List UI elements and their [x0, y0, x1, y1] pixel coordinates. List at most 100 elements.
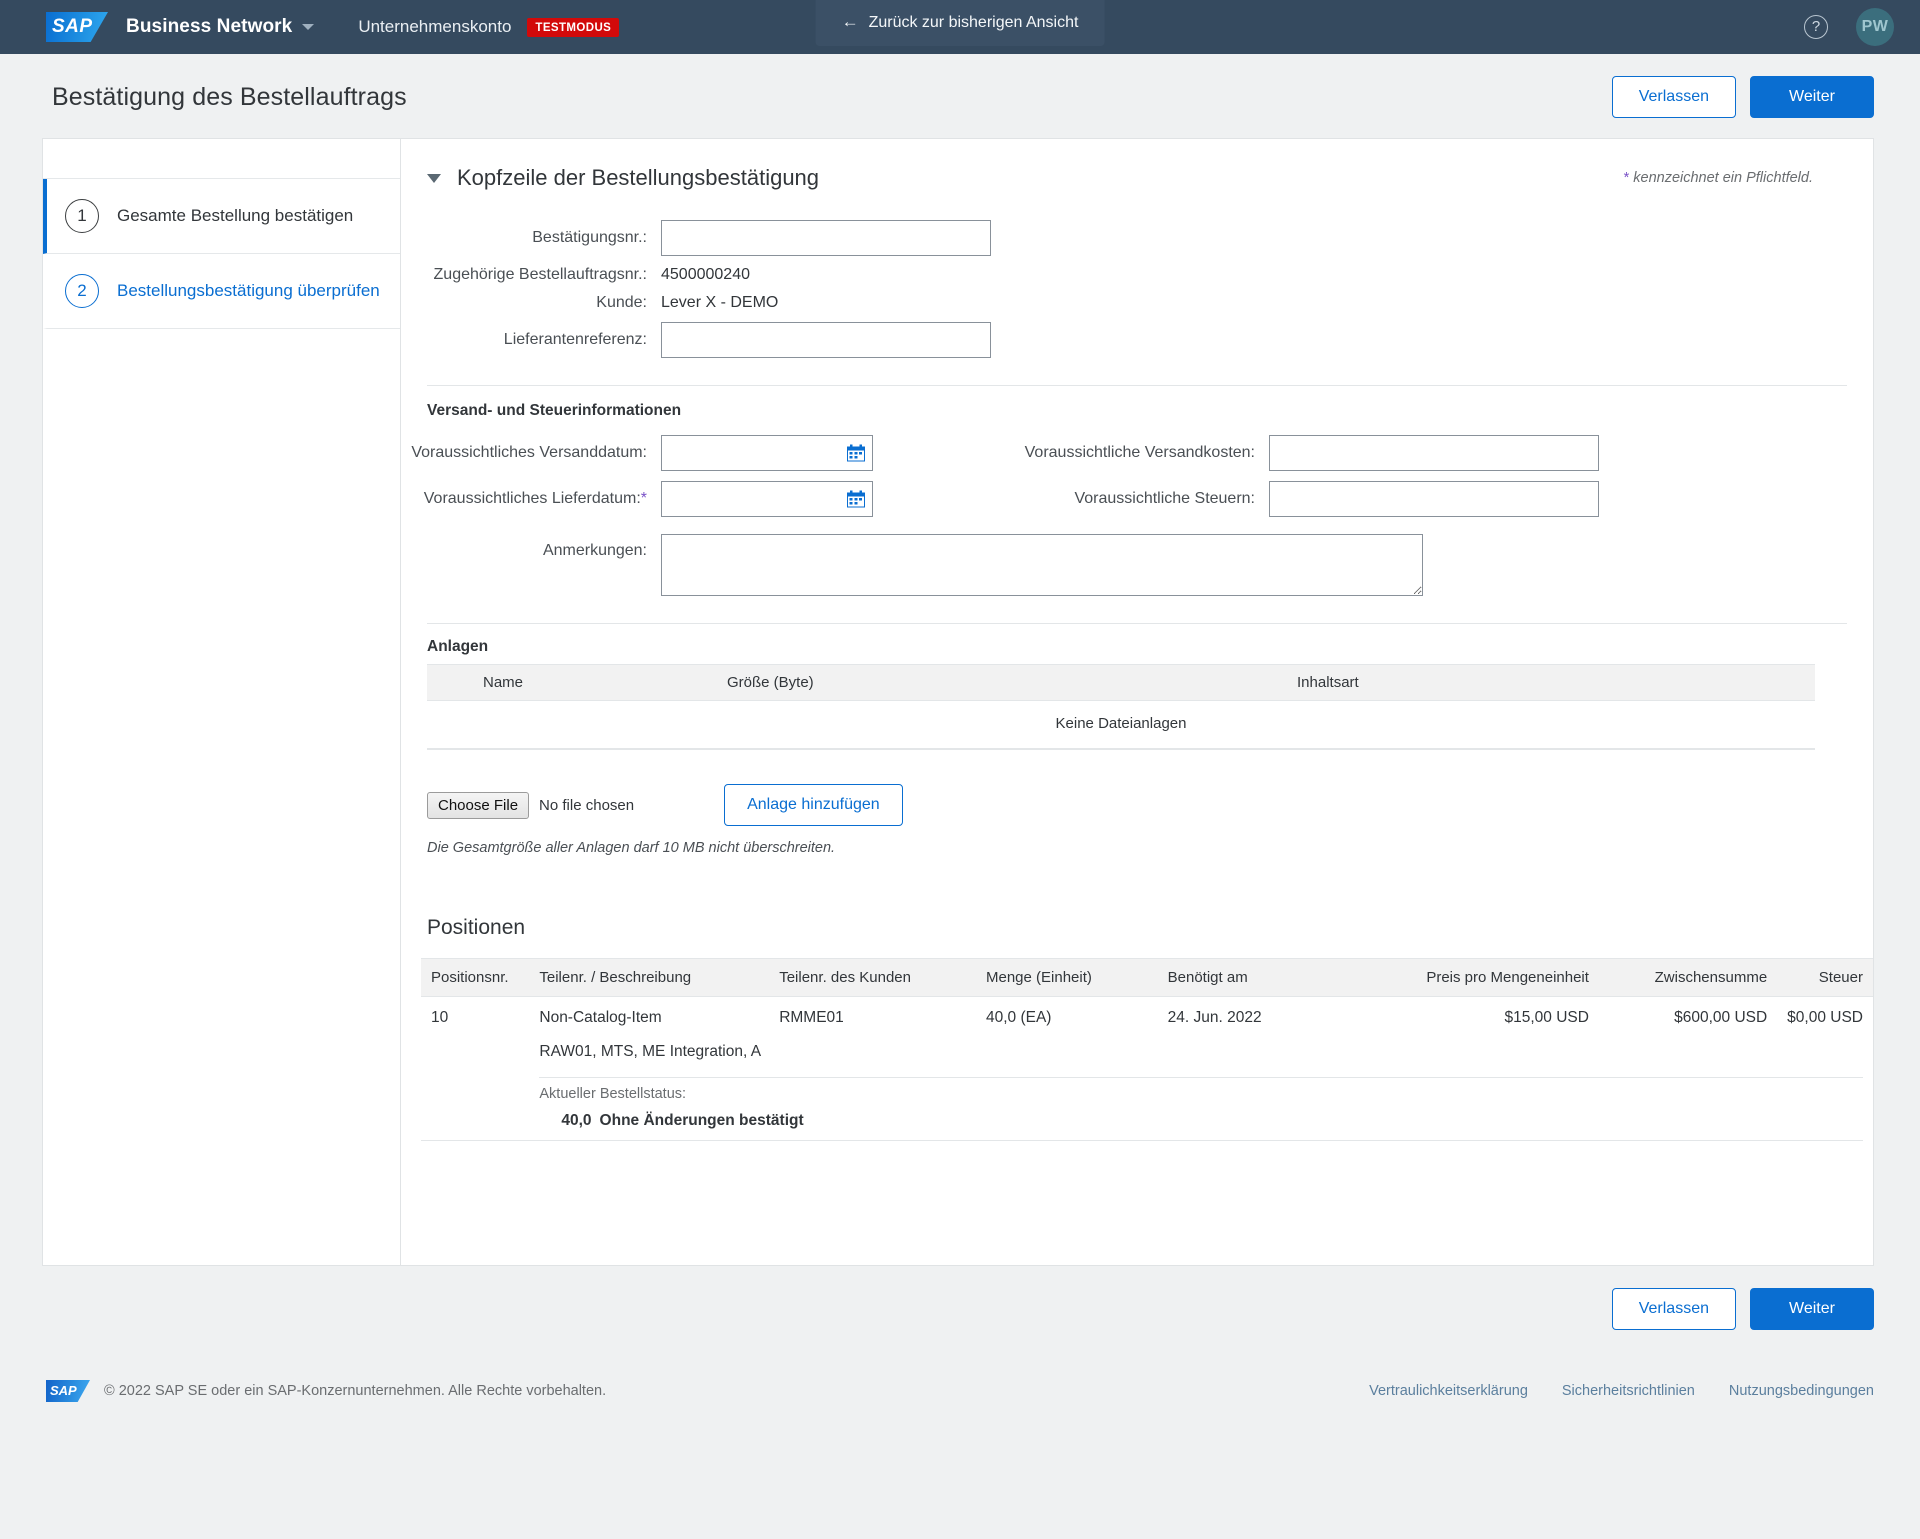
est-ship-date-input[interactable]	[661, 435, 873, 471]
section-title: Kopfzeile der Bestellungsbestätigung	[457, 165, 820, 190]
footer-link-privacy[interactable]: Vertraulichkeitserklärung	[1369, 1383, 1528, 1399]
attachment-size-note: Die Gesamtgröße aller Anlagen darf 10 MB…	[427, 840, 836, 856]
order-status-text: Ohne Änderungen bestätigt	[599, 1112, 804, 1129]
field-row-confirmation-no: Bestätigungsnr.:	[401, 215, 1873, 261]
col-position-no: Positionsnr.	[421, 958, 530, 997]
account-type-label: Unternehmenskonto	[358, 17, 512, 36]
product-name: Business Network	[126, 16, 293, 37]
test-mode-badge: TESTMODUS	[527, 17, 620, 37]
attachments-col-name: Name	[483, 674, 524, 691]
col-subtotal: Zwischensumme	[1598, 958, 1778, 997]
field-row-supplier-ref: Lieferantenreferenz:	[401, 317, 1873, 363]
back-to-previous-view-button[interactable]: ← Zurück zur bisherigen Ansicht	[815, 0, 1105, 46]
step-number-1: 1	[65, 199, 99, 233]
cell-quantity: 40,0 (EA)	[985, 1009, 1052, 1026]
file-input-group[interactable]: Choose File No file chosen	[427, 791, 635, 819]
col-part-description: Teilenr. / Beschreibung	[529, 958, 770, 997]
required-note-text: kennzeichnet ein Pflichtfeld.	[1633, 170, 1813, 186]
attachments-table: Name Größe (Byte) Inhaltsart Keine Datei…	[427, 664, 1815, 750]
order-status-label: Aktueller Bestellstatus:	[539, 1077, 1863, 1102]
col-need-by: Benötigt am	[1157, 958, 1358, 997]
positions-table-head: Positionsnr. Teilenr. / Beschreibung Tei…	[421, 958, 1873, 997]
est-delivery-date-label: Voraussichtliches Lieferdatum:*	[401, 490, 661, 508]
top-navigation-bar: SAP Business Network Unternehmenskonto T…	[0, 0, 1920, 54]
attachments-col-size: Größe (Byte)	[727, 674, 814, 691]
leave-button-top[interactable]: Verlassen	[1611, 76, 1736, 118]
choose-file-button[interactable]: Choose File	[427, 791, 530, 819]
footer-link-terms[interactable]: Nutzungsbedingungen	[1729, 1383, 1874, 1399]
confirmation-header-section: Kopfzeile der Bestellungsbestätigung * k…	[401, 139, 1873, 209]
confirmation-no-input[interactable]	[661, 220, 991, 256]
field-row-est-shipping-cost: Voraussichtliche Versandkosten:	[969, 430, 1599, 476]
step-number-2: 2	[65, 274, 99, 308]
customer-value: Lever X - DEMO	[661, 294, 779, 311]
help-icon[interactable]: ?	[1804, 15, 1828, 39]
est-delivery-date-wrapper	[661, 481, 873, 517]
positions-bottom-divider	[421, 1140, 1863, 1141]
col-quantity: Menge (Einheit)	[975, 958, 1158, 997]
calendar-icon-delivery-date[interactable]	[847, 490, 865, 508]
page-title: Bestätigung des Bestellauftrags	[52, 82, 407, 111]
positions-header-row: Positionsnr. Teilenr. / Beschreibung Tei…	[421, 958, 1873, 997]
user-avatar[interactable]: PW	[1856, 8, 1894, 46]
table-row-description: RAW01, MTS, ME Integration, A	[421, 1031, 1873, 1065]
footer-sap-logo-icon: SAP	[46, 1380, 90, 1402]
cell-empty-status	[421, 1065, 529, 1140]
footer-action-group: Verlassen Weiter	[0, 1266, 1920, 1356]
attachments-table-header: Name Größe (Byte) Inhaltsart	[427, 664, 1815, 701]
header-fields: Bestätigungsnr.: Zugehörige Bestellauftr…	[401, 209, 1873, 363]
field-row-po-no: Zugehörige Bestellauftragsnr.: 450000024…	[401, 261, 1873, 289]
est-delivery-date-required-star: *	[640, 490, 647, 507]
attachments-title: Anlagen	[427, 638, 489, 655]
est-tax-input[interactable]	[1269, 481, 1599, 517]
footer-logo-text: SAP	[50, 1383, 77, 1398]
shipping-tax-subtitle: Versand- und Steuerinformationen	[427, 402, 682, 419]
confirmation-no-label: Bestätigungsnr.:	[532, 229, 647, 246]
est-shipping-cost-input[interactable]	[1269, 435, 1599, 471]
field-row-est-delivery-date: Voraussichtliches Lieferdatum:*	[401, 476, 873, 522]
leave-button-bottom[interactable]: Verlassen	[1611, 1288, 1736, 1330]
collapse-triangle-icon[interactable]	[427, 173, 441, 183]
chevron-down-icon[interactable]	[302, 24, 315, 30]
cell-unit-price: $15,00 USD	[1504, 1009, 1589, 1026]
order-status-value: 40,0 Ohne Änderungen bestätigt	[539, 1102, 1863, 1136]
next-button-top[interactable]: Weiter	[1750, 76, 1874, 118]
supplier-ref-input[interactable]	[661, 322, 991, 358]
calendar-icon-ship-date[interactable]	[847, 444, 865, 462]
header-action-group: Verlassen Weiter	[1611, 76, 1874, 118]
sidebar-spacer	[43, 139, 400, 179]
col-tax: Steuer	[1777, 958, 1873, 997]
est-delivery-date-input[interactable]	[661, 481, 873, 517]
sidebar-step-confirm-entire-order[interactable]: 1 Gesamte Bestellung bestätigen	[43, 179, 400, 254]
content-panel: Kopfzeile der Bestellungsbestätigung * k…	[400, 138, 1874, 1266]
page-footer: SAP © 2022 SAP SE oder ein SAP-Konzernun…	[0, 1356, 1920, 1442]
arrow-left-icon: ←	[841, 12, 859, 31]
copyright-text: © 2022 SAP SE oder ein SAP-Konzernuntern…	[104, 1383, 607, 1399]
step-label-1: Gesamte Bestellung bestätigen	[117, 206, 354, 225]
cell-position-no: 10	[431, 1009, 449, 1026]
table-row-status: Aktueller Bestellstatus: 40,0 Ohne Änderu…	[421, 1065, 1873, 1140]
step-sidebar: 1 Gesamte Bestellung bestätigen 2 Bestel…	[42, 138, 400, 1266]
est-tax-label: Voraussichtliche Steuern:	[1074, 490, 1255, 507]
footer-link-security[interactable]: Sicherheitsrichtlinien	[1562, 1383, 1695, 1399]
add-attachment-button[interactable]: Anlage hinzufügen	[724, 784, 903, 826]
next-button-bottom[interactable]: Weiter	[1750, 1288, 1874, 1330]
est-delivery-date-label-text: Voraussichtliches Lieferdatum:	[423, 490, 641, 507]
est-ship-date-wrapper	[661, 435, 873, 471]
no-file-chosen-label: No file chosen	[539, 796, 635, 814]
col-unit-price: Preis pro Mengeneinheit	[1357, 958, 1599, 997]
table-row: 10 Non-Catalog-Item RMME01 40,0 (EA) 24.…	[421, 997, 1873, 1032]
est-ship-date-label: Voraussichtliches Versanddatum:	[411, 444, 647, 461]
cell-part-description: Non-Catalog-Item	[539, 1009, 662, 1026]
comments-label: Anmerkungen:	[542, 542, 647, 559]
comments-textarea[interactable]	[661, 534, 1423, 596]
field-row-comments: Anmerkungen:	[401, 522, 1873, 601]
nav-right-group: ? PW	[1804, 8, 1894, 46]
cell-subtotal: $600,00 USD	[1674, 1009, 1768, 1026]
positions-table-body: 10 Non-Catalog-Item RMME01 40,0 (EA) 24.…	[421, 997, 1873, 1141]
sidebar-step-review-confirmation[interactable]: 2 Bestellungsbestätigung überprüfen	[43, 254, 400, 329]
positions-section: Positionen Positionsnr. Teilenr. / Besch…	[401, 916, 1873, 1141]
field-row-est-ship-date: Voraussichtliches Versanddatum:	[401, 430, 873, 476]
shipping-left-column: Voraussichtliches Versanddatum: Voraussi…	[401, 430, 873, 522]
order-status-qty: 40,0	[561, 1112, 592, 1129]
